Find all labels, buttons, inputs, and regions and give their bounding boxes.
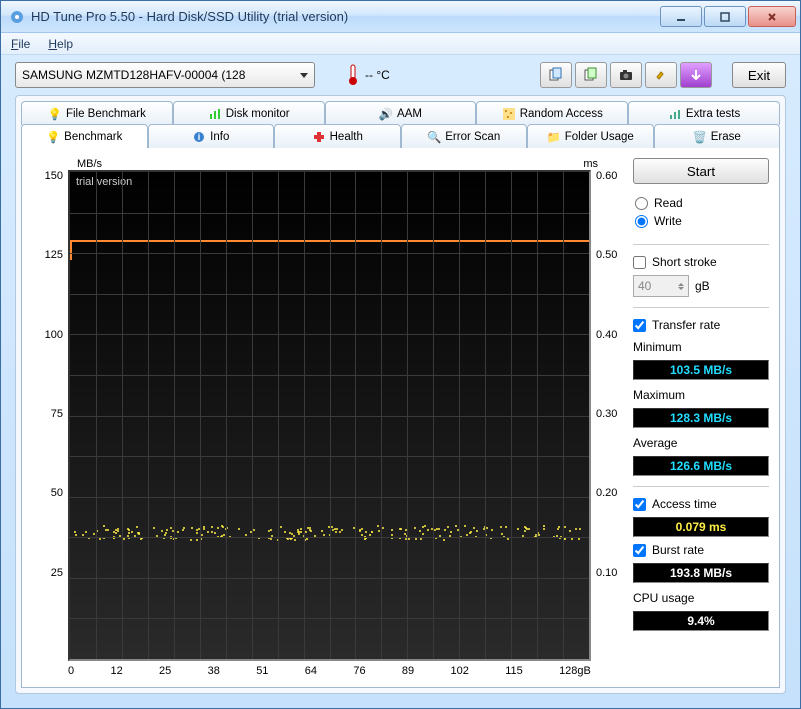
drive-select[interactable]: SAMSUNG MZMTD128HAFV-00004 (128 xyxy=(15,62,315,88)
radio-read[interactable]: Read xyxy=(635,196,767,210)
menu-help[interactable]: Help xyxy=(48,37,73,51)
max-label: Maximum xyxy=(633,388,769,402)
benchmark-plot: trial version xyxy=(68,170,591,661)
tab-error-scan[interactable]: 🔍Error Scan xyxy=(401,124,528,148)
tab-erase[interactable]: 🗑️Erase xyxy=(654,124,781,148)
tab-extra-tests[interactable]: Extra tests xyxy=(628,101,780,125)
burst-value: 193.8 MB/s xyxy=(633,563,769,583)
trash-icon: 🗑️ xyxy=(693,130,707,144)
tab-disk-monitor[interactable]: Disk monitor xyxy=(173,101,325,125)
tab-file-benchmark[interactable]: 💡File Benchmark xyxy=(21,101,173,125)
drive-label: SAMSUNG MZMTD128HAFV-00004 (128 xyxy=(22,68,296,82)
cpu-label: CPU usage xyxy=(633,591,769,605)
info-icon: i xyxy=(192,130,206,144)
access-value: 0.079 ms xyxy=(633,517,769,537)
chevron-down-icon xyxy=(300,73,308,78)
tab-random-access[interactable]: Random Access xyxy=(476,101,628,125)
radio-write[interactable]: Write xyxy=(635,214,767,228)
bulb-icon: 💡 xyxy=(46,130,60,144)
app-window: HD Tune Pro 5.50 - Hard Disk/SSD Utility… xyxy=(0,0,801,709)
monitor-icon xyxy=(208,107,222,121)
tab-health[interactable]: Health xyxy=(274,124,401,148)
tab-info[interactable]: iInfo xyxy=(148,124,275,148)
app-icon xyxy=(9,9,25,25)
copy-data-button[interactable] xyxy=(575,62,607,88)
speaker-icon: 🔊 xyxy=(379,107,393,121)
chart-icon xyxy=(668,107,682,121)
stroke-spinner[interactable]: 40 xyxy=(633,275,689,297)
tab-aam[interactable]: 🔊AAM xyxy=(325,101,477,125)
check-transfer-rate[interactable]: Transfer rate xyxy=(633,318,769,332)
svg-text:i: i xyxy=(198,132,201,142)
screenshot-button[interactable] xyxy=(610,62,642,88)
save-button[interactable] xyxy=(680,62,712,88)
main-panel: 💡File Benchmark Disk monitor 🔊AAM Random… xyxy=(15,95,786,694)
check-short-stroke[interactable]: Short stroke xyxy=(633,255,769,269)
window-title: HD Tune Pro 5.50 - Hard Disk/SSD Utility… xyxy=(31,9,660,24)
menubar: File Help xyxy=(1,33,800,55)
y-axis-right: 0.600.500.400.300.200.10 xyxy=(591,170,623,661)
y-left-unit: MB/s xyxy=(77,158,102,170)
folder-icon: 📁 xyxy=(547,130,561,144)
thermometer-icon xyxy=(345,63,361,87)
x-axis: 012253851647689102115128gB xyxy=(32,661,623,677)
y-right-unit: ms xyxy=(583,158,598,170)
health-icon xyxy=(312,130,326,144)
trial-watermark: trial version xyxy=(76,176,132,188)
cpu-value: 9.4% xyxy=(633,611,769,631)
close-button[interactable] xyxy=(748,6,796,27)
random-icon xyxy=(502,107,516,121)
titlebar[interactable]: HD Tune Pro 5.50 - Hard Disk/SSD Utility… xyxy=(1,1,800,33)
exit-button[interactable]: Exit xyxy=(732,62,786,88)
avg-label: Average xyxy=(633,436,769,450)
temperature-display: -- °C xyxy=(345,63,390,87)
start-button[interactable]: Start xyxy=(633,158,769,184)
max-value: 128.3 MB/s xyxy=(633,408,769,428)
minimize-button[interactable] xyxy=(660,6,702,27)
stroke-unit: gB xyxy=(695,279,710,293)
tab-folder-usage[interactable]: 📁Folder Usage xyxy=(527,124,654,148)
settings-button[interactable] xyxy=(645,62,677,88)
benchmark-content: MB/s ms 150125100755025 trial version xyxy=(21,148,780,688)
min-label: Minimum xyxy=(633,340,769,354)
maximize-button[interactable] xyxy=(704,6,746,27)
y-axis-left: 150125100755025 xyxy=(32,170,68,661)
check-access-time[interactable]: Access time xyxy=(633,497,769,511)
side-panel: Start Read Write Short stroke 40 gB Tran… xyxy=(633,158,769,677)
tab-benchmark[interactable]: 💡Benchmark xyxy=(21,124,148,148)
min-value: 103.5 MB/s xyxy=(633,360,769,380)
check-burst-rate[interactable]: Burst rate xyxy=(633,543,769,557)
search-icon: 🔍 xyxy=(427,130,441,144)
chart-area: MB/s ms 150125100755025 trial version xyxy=(32,158,623,677)
temperature-value: -- °C xyxy=(365,68,390,82)
toolbar: SAMSUNG MZMTD128HAFV-00004 (128 -- °C Ex… xyxy=(1,55,800,95)
avg-value: 126.6 MB/s xyxy=(633,456,769,476)
bulb-icon: 💡 xyxy=(48,107,62,121)
menu-file[interactable]: File xyxy=(11,37,30,51)
copy-text-button[interactable] xyxy=(540,62,572,88)
